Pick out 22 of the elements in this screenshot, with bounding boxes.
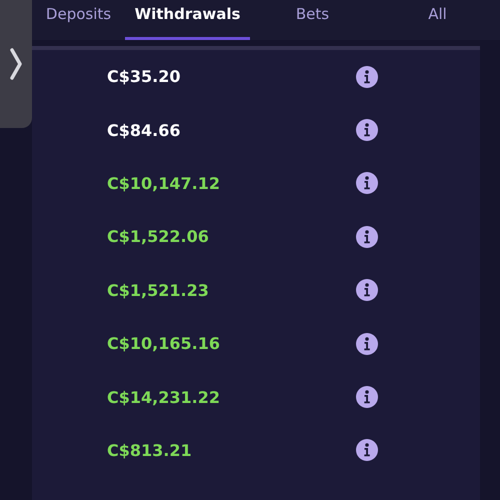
amount-text: C$1,522.06 — [107, 227, 210, 246]
info-icon[interactable] — [356, 279, 378, 302]
tab[interactable]: Deposits — [32, 0, 125, 40]
amount-text: C$35.20 — [107, 67, 182, 86]
amount-text: C$84.66 — [107, 120, 182, 140]
info-icon[interactable] — [356, 66, 378, 88]
tab[interactable]: Withdrawals — [125, 0, 250, 40]
info-icon[interactable] — [356, 439, 378, 462]
info-icon[interactable] — [356, 386, 378, 408]
amount-text: C$10,165.16 — [107, 334, 221, 354]
tab[interactable]: Bets — [250, 0, 375, 40]
amount-text: C$14,231.22 — [107, 388, 221, 407]
chevron-right-icon — [10, 47, 22, 81]
amount-text: C$10,147.12 — [107, 174, 221, 193]
info-icon[interactable] — [356, 332, 378, 355]
tab[interactable]: All — [375, 0, 500, 40]
info-icon[interactable] — [356, 226, 378, 248]
info-icon[interactable] — [356, 172, 378, 194]
info-icon[interactable] — [356, 119, 378, 142]
side-panel-toggle[interactable] — [0, 0, 32, 128]
amount-text: C$1,521.23 — [107, 280, 210, 300]
amount-text: C$813.21 — [107, 440, 193, 460]
